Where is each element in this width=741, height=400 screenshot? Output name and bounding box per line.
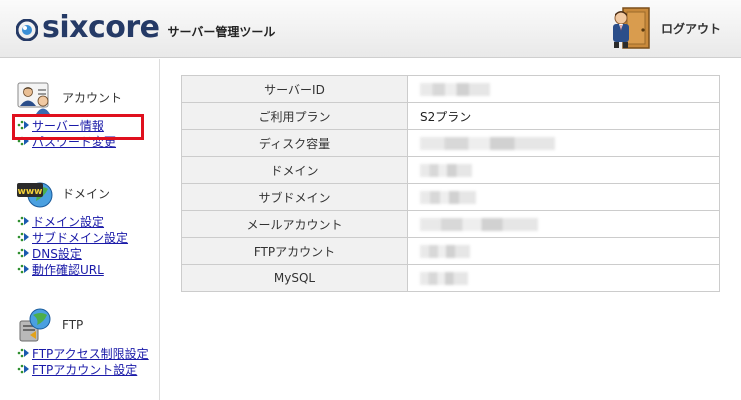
row-value-masked xyxy=(407,75,720,103)
masked-value xyxy=(420,164,472,177)
row-label: ご利用プラン xyxy=(181,102,408,130)
row-value-masked xyxy=(407,183,720,211)
menu-item-ftp-account-settings[interactable]: FTPアカウント設定 xyxy=(16,361,149,377)
menu-item-server-info[interactable]: サーバー情報 xyxy=(11,114,145,140)
row-label: MySQL xyxy=(181,264,408,292)
ftp-section: FTP FTPアクセス制限設定 FTPアカウント設定 xyxy=(16,305,149,377)
menu-item-test-url[interactable]: 動作確認URL xyxy=(16,261,128,277)
table-row: ディスク容量 xyxy=(181,129,720,157)
menu-item-dns-settings[interactable]: DNS設定 xyxy=(16,245,128,261)
menu-link-ftp-account-settings[interactable]: FTPアカウント設定 xyxy=(32,361,137,378)
account-menu: サーバー情報 パスワード変更 xyxy=(11,114,145,149)
arrow-bullet-icon xyxy=(17,248,29,258)
row-label: FTPアカウント xyxy=(181,237,408,265)
menu-link-dns-settings[interactable]: DNS設定 xyxy=(32,245,82,262)
logo-text: sixcore xyxy=(42,10,160,45)
row-value-masked xyxy=(407,237,720,265)
row-value: S2プラン xyxy=(407,102,720,130)
account-section-header: アカウント xyxy=(16,77,122,117)
logout-door-icon xyxy=(612,7,650,49)
menu-item-subdomain-settings[interactable]: サブドメイン設定 xyxy=(16,229,128,245)
table-row: ドメイン xyxy=(181,156,720,184)
header-bar: sixcore サーバー管理ツール ログアウト xyxy=(0,0,741,58)
app-subtitle: サーバー管理ツール xyxy=(167,24,276,39)
masked-value xyxy=(420,83,490,96)
table-row: サブドメイン xyxy=(181,183,720,211)
arrow-bullet-icon xyxy=(17,364,29,374)
ftp-section-header: FTP xyxy=(16,305,149,345)
account-section-title: アカウント xyxy=(62,90,123,105)
masked-value xyxy=(420,191,476,204)
account-section: アカウント サーバー情報 パスワード変更 xyxy=(11,77,145,149)
ftp-menu: FTPアクセス制限設定 FTPアカウント設定 xyxy=(16,345,149,377)
arrow-bullet-icon xyxy=(17,264,29,274)
table-row: FTPアカウント xyxy=(181,237,720,265)
row-label: ディスク容量 xyxy=(181,129,408,157)
logout-label[interactable]: ログアウト xyxy=(661,20,721,37)
table-row: サーバーID xyxy=(181,75,720,103)
menu-link-subdomain-settings[interactable]: サブドメイン設定 xyxy=(32,229,128,246)
row-label: サブドメイン xyxy=(181,183,408,211)
menu-link-test-url[interactable]: 動作確認URL xyxy=(32,261,104,278)
domain-section-title: ドメイン xyxy=(62,186,111,201)
table-row: ご利用プラン S2プラン xyxy=(181,102,720,130)
arrow-bullet-icon xyxy=(17,120,29,130)
logout-button[interactable]: ログアウト xyxy=(609,6,721,50)
row-label: ドメイン xyxy=(181,156,408,184)
logo-mark-icon xyxy=(16,19,38,41)
row-value-masked xyxy=(407,210,720,238)
masked-value xyxy=(420,245,470,258)
menu-link-server-info[interactable]: サーバー情報 xyxy=(32,117,104,134)
arrow-bullet-icon xyxy=(17,216,29,226)
menu-link-domain-settings[interactable]: ドメイン設定 xyxy=(32,213,104,230)
domain-section-header: www ドメイン xyxy=(16,173,128,213)
menu-item-ftp-access-restriction[interactable]: FTPアクセス制限設定 xyxy=(16,345,149,361)
arrow-bullet-icon xyxy=(17,232,29,242)
row-label: サーバーID xyxy=(181,75,408,103)
ftp-globe-icon xyxy=(19,308,51,342)
masked-value xyxy=(420,218,538,231)
arrow-bullet-icon xyxy=(17,348,29,358)
ftp-section-title: FTP xyxy=(62,318,84,332)
masked-value xyxy=(420,272,468,285)
masked-value xyxy=(420,137,555,150)
domain-section: www ドメイン ドメイン設定 サブドメイン設定 DNS設定 動作確認URL xyxy=(16,173,128,277)
domain-menu: ドメイン設定 サブドメイン設定 DNS設定 動作確認URL xyxy=(16,213,128,277)
row-value-masked xyxy=(407,129,720,157)
row-value-masked xyxy=(407,264,720,292)
sidebar: アカウント サーバー情報 パスワード変更 www ドメイン ドメイン設定 サブド… xyxy=(0,59,160,400)
svg-text:www: www xyxy=(18,187,43,197)
table-row: MySQL xyxy=(181,264,720,292)
menu-item-domain-settings[interactable]: ドメイン設定 xyxy=(16,213,128,229)
logo: sixcore サーバー管理ツール xyxy=(16,8,275,48)
menu-link-ftp-access-restriction[interactable]: FTPアクセス制限設定 xyxy=(32,345,149,362)
row-label: メールアカウント xyxy=(181,210,408,238)
www-globe-icon: www xyxy=(17,182,53,208)
user-card-icon xyxy=(17,82,50,114)
row-value-masked xyxy=(407,156,720,184)
server-info-table: サーバーID ご利用プラン S2プラン ディスク容量 ドメイン サブドメイン メ… xyxy=(181,75,720,292)
table-row: メールアカウント xyxy=(181,210,720,238)
